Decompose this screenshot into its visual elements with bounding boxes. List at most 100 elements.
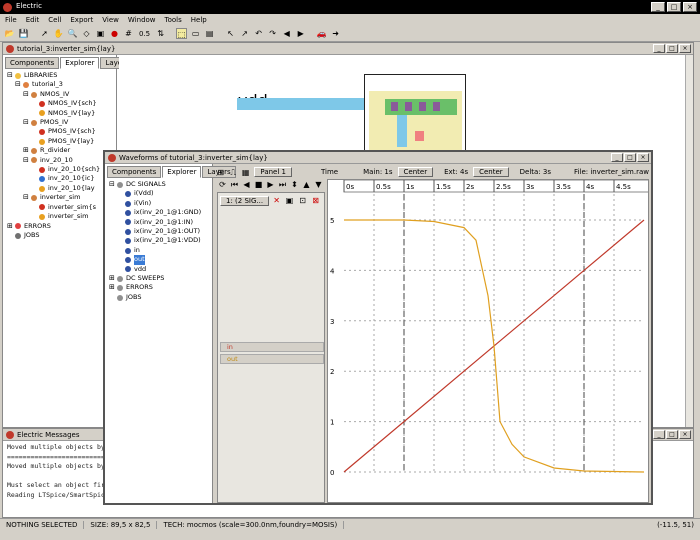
tree-item[interactable]: ⊞ ERRORS xyxy=(7,222,116,231)
wave-tab-explorer[interactable]: Explorer xyxy=(162,166,202,178)
maximize-button[interactable]: □ xyxy=(667,2,681,12)
tree-item[interactable]: ix(inv_20_1@1:IN) xyxy=(109,218,212,227)
signal-group-button[interactable]: 1: (2 SIG... xyxy=(220,195,270,206)
outline-icon[interactable]: ◇ xyxy=(81,28,92,39)
metal-wire[interactable] xyxy=(237,98,381,110)
tree-item[interactable]: i(Vin) xyxy=(109,199,212,208)
cell-instance[interactable] xyxy=(364,74,466,157)
forward-end-icon[interactable]: ⏭ xyxy=(277,179,288,190)
msg-minimize-button[interactable]: _ xyxy=(653,430,665,439)
edit-maximize-button[interactable]: □ xyxy=(666,44,678,53)
undo-icon[interactable]: ↶ xyxy=(253,28,264,39)
save-signal-icon[interactable]: ▣ xyxy=(284,195,295,206)
menu-cell[interactable]: Cell xyxy=(48,16,61,24)
panel-icon[interactable]: ▦ xyxy=(242,167,250,178)
expander-icon[interactable]: ⊞ xyxy=(23,146,31,155)
signal-tag-out[interactable]: out xyxy=(220,354,324,364)
cursor-icon[interactable]: ↖ xyxy=(225,28,236,39)
close-button[interactable]: × xyxy=(683,2,697,12)
easy-select-icon[interactable]: ▭ xyxy=(190,28,201,39)
tree-item[interactable]: in xyxy=(109,246,212,255)
tree-item[interactable]: inv_20_10{ic} xyxy=(7,174,116,183)
redo-icon[interactable]: ↷ xyxy=(267,28,278,39)
wave-maximize-button[interactable]: □ xyxy=(624,153,636,162)
pan-hand-icon[interactable]: ✋ xyxy=(53,28,64,39)
tree-item[interactable]: PMOS_IV{sch} xyxy=(7,127,116,136)
expander-icon[interactable]: ⊟ xyxy=(23,90,31,99)
menu-edit[interactable]: Edit xyxy=(26,16,40,24)
arrow-keys-icon[interactable]: ⇅ xyxy=(155,28,166,39)
tree-item[interactable]: ix(inv_20_1@1:VDD) xyxy=(109,236,212,245)
msg-close-button[interactable]: × xyxy=(679,430,691,439)
rewind-start-icon[interactable]: ⏮ xyxy=(229,179,240,190)
tree-item[interactable]: ⊞ ERRORS xyxy=(109,283,212,292)
expander-icon[interactable]: ⊞ xyxy=(109,274,117,283)
edit-close-button[interactable]: × xyxy=(679,44,691,53)
vertical-scrollbar[interactable] xyxy=(685,55,693,427)
expander-icon[interactable]: ⊟ xyxy=(23,156,31,165)
tree-item[interactable]: ⊟ inv_20_10 xyxy=(7,156,116,165)
up-icon[interactable]: ▲ xyxy=(301,179,312,190)
remove-signal-icon[interactable]: ✕ xyxy=(271,195,282,206)
play-icon[interactable]: ▶ xyxy=(265,179,276,190)
tree-item[interactable]: PMOS_IV{lay} xyxy=(7,137,116,146)
menu-help[interactable]: Help xyxy=(191,16,207,24)
tree-item[interactable]: ⊟ DC SIGNALS xyxy=(109,180,212,189)
tree-item[interactable]: inv_20_10{sch} xyxy=(7,165,116,174)
wave-close-button[interactable]: × xyxy=(637,153,649,162)
wave-tab-components[interactable]: Components xyxy=(107,166,162,178)
tree-item[interactable]: JOBS xyxy=(7,231,116,240)
forward-icon[interactable]: ▶ xyxy=(295,28,306,39)
car-icon[interactable]: 🚗 xyxy=(316,28,327,39)
tab-components[interactable]: Components xyxy=(5,57,60,69)
add-panel-icon[interactable]: ⊞ xyxy=(217,167,224,178)
menu-window[interactable]: Window xyxy=(128,16,156,24)
refresh-icon[interactable]: ⟳ xyxy=(217,179,228,190)
expander-icon[interactable]: ⊟ xyxy=(23,118,31,127)
select-arrow-icon[interactable]: ➚ xyxy=(39,28,50,39)
expander-icon[interactable]: ⊟ xyxy=(7,71,15,80)
expander-icon[interactable]: ⊟ xyxy=(109,180,117,189)
msg-maximize-button[interactable]: □ xyxy=(666,430,678,439)
tree-item[interactable]: NMOS_IV{sch} xyxy=(7,99,116,108)
edit-minimize-button[interactable]: _ xyxy=(653,44,665,53)
tree-item[interactable]: inverter_sim{s xyxy=(7,203,116,212)
close-panel-icon[interactable]: ⊠ xyxy=(310,195,321,206)
center-ext-button[interactable]: Center xyxy=(473,167,509,177)
grid-icon[interactable]: # xyxy=(123,28,134,39)
minimize-button[interactable]: _ xyxy=(651,2,665,12)
tree-item[interactable]: vdd xyxy=(109,265,212,274)
stop-icon[interactable]: ■ xyxy=(253,179,264,190)
open-icon[interactable]: 📂 xyxy=(4,28,15,39)
tree-item[interactable]: ⊞ DC SWEEPS xyxy=(109,274,212,283)
measure-icon[interactable]: ▣ xyxy=(95,28,106,39)
tree-item[interactable]: inverter_sim xyxy=(7,212,116,221)
menu-view[interactable]: View xyxy=(102,16,119,24)
menu-export[interactable]: Export xyxy=(70,16,93,24)
wave-minimize-button[interactable]: _ xyxy=(611,153,623,162)
tree-item[interactable]: ⊟ tutorial_3 xyxy=(7,80,116,89)
tree-item[interactable]: ix(inv_20_1@1:GND) xyxy=(109,208,212,217)
tree-item[interactable]: NMOS_IV{lay} xyxy=(7,109,116,118)
expander-icon[interactable]: ⊟ xyxy=(15,80,23,89)
tree-item[interactable]: inv_20_10{lay xyxy=(7,184,116,193)
center-main-button[interactable]: Center xyxy=(397,167,434,177)
arrow-right-icon[interactable]: ➜ xyxy=(330,28,341,39)
save-icon[interactable]: 💾 xyxy=(18,28,29,39)
red-dot-icon[interactable]: ● xyxy=(109,28,120,39)
down-icon[interactable]: ▼ xyxy=(313,179,324,190)
full-select-icon[interactable]: ⬚ xyxy=(176,28,188,39)
pulse-icon[interactable]: ⎍ xyxy=(229,167,236,178)
hard-select-icon[interactable]: ▤ xyxy=(204,28,215,39)
tree-item[interactable]: ix(inv_20_1@1:OUT) xyxy=(109,227,212,236)
tree-item[interactable]: ⊟ NMOS_IV xyxy=(7,90,116,99)
zoom-icon[interactable]: 🔍 xyxy=(67,28,78,39)
tree-item[interactable]: out xyxy=(109,255,212,265)
menu-file[interactable]: File xyxy=(5,16,17,24)
signal-tag-in[interactable]: in xyxy=(220,342,324,352)
zoom-fit-icon[interactable]: ⬍ xyxy=(289,179,300,190)
tab-explorer[interactable]: Explorer xyxy=(60,57,100,69)
tree-item[interactable]: i(Vdd) xyxy=(109,189,212,198)
tree-item[interactable]: ⊞ R_divider xyxy=(7,146,116,155)
tree-item[interactable]: ⊟ inverter_sim xyxy=(7,193,116,202)
